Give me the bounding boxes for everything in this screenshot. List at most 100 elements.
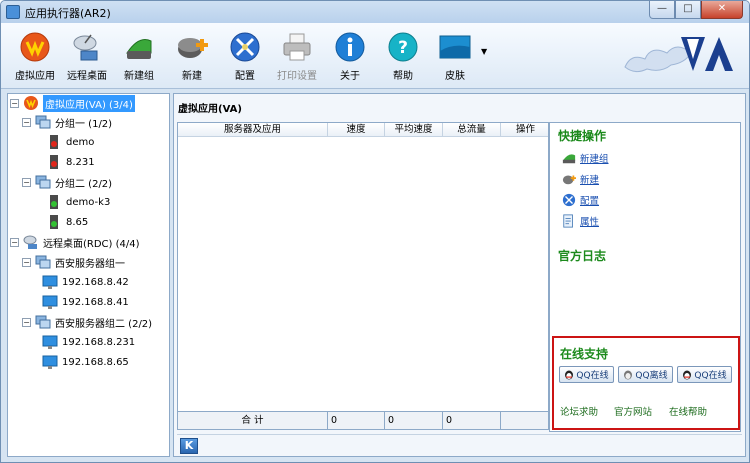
skin-dropdown-icon[interactable]: ▼ [481,47,487,56]
qq-online-button-2[interactable]: QQ在线 [677,366,732,383]
tree-node-app[interactable]: 8.231 [46,153,95,171]
server-group-icon [35,175,51,189]
app-window: 应用执行器(AR2) — □ ✕ 虚拟应用 远程桌面 新建组 新建 配置 打印设… [0,0,750,463]
k-button[interactable]: K [180,438,198,454]
main-bottom-bar: K [177,434,742,454]
collapse-icon[interactable]: − [22,117,31,127]
qq-button-label: QQ在线 [694,371,727,381]
page-title: 虚拟应用(VA) [178,104,242,115]
tree-node-group2[interactable]: − 分组二 (2/2) [22,173,112,191]
help-icon: ? [388,32,418,62]
online-help-link[interactable]: 在线帮助 [669,404,707,418]
forum-help-link[interactable]: 论坛求助 [560,404,598,418]
tree-node-rdc-host[interactable]: 192.168.8.65 [42,353,129,371]
app-icon [6,5,20,19]
column-header[interactable]: 服务器及应用 [178,123,328,137]
config-button[interactable]: 配置 [217,31,273,82]
virtual-app-icon [24,96,38,110]
svg-text:?: ? [398,38,408,58]
remote-desktop-button[interactable]: 远程桌面 [59,31,115,82]
qq-offline-button[interactable]: QQ离线 [618,366,673,383]
collapse-icon[interactable]: − [22,317,31,327]
skin-icon [439,35,471,59]
collapse-icon[interactable]: − [22,177,31,187]
skin-label: 皮肤 [445,71,465,82]
collapse-icon[interactable]: − [22,257,31,267]
quick-new-group-link[interactable]: 新建组 [562,151,609,165]
monitor-icon [42,335,58,349]
server-group-icon [35,115,51,129]
window-title: 应用执行器(AR2) [25,7,111,20]
official-log-title: 官方日志 [558,249,607,263]
tree-node-rdc-host[interactable]: 192.168.8.231 [42,333,135,351]
total-traffic: 0 [443,412,501,429]
tree-label: 远程桌面(RDC) (4/4) [43,238,140,250]
total-avg-speed: 0 [385,412,443,429]
column-header[interactable]: 操作 [501,123,550,137]
main-panel: 虚拟应用(VA) 服务器及应用 速度 平均速度 总流量 操作 合 计 0 0 0… [173,93,746,457]
quick-op-label: 新建 [580,175,600,186]
tree-node-app[interactable]: demo-k3 [46,193,110,211]
new-group-icon [126,39,152,59]
column-header[interactable]: 平均速度 [385,123,443,137]
app-server-icon [50,135,58,149]
virtual-app-button[interactable]: 虚拟应用 [7,31,63,82]
qq-button-label: QQ在线 [576,371,609,381]
tree-label: demo [66,136,95,148]
new-group-icon [562,154,576,164]
online-support-title: 在线支持 [560,347,609,361]
tree-node-remote-desktop[interactable]: − 远程桌面(RDC) (4/4) [10,233,140,251]
help-button[interactable]: ? 帮助 [375,31,431,82]
tree-node-rdc-host[interactable]: 192.168.8.42 [42,273,129,291]
tree-node-rdc-group1[interactable]: − 西安服务器组一 [22,253,125,271]
tree-node-app[interactable]: 8.65 [46,213,88,231]
monitor-icon [42,295,58,309]
traffic-table[interactable]: 服务器及应用 速度 平均速度 总流量 操作 合 计 0 0 0 [177,122,549,430]
collapse-icon[interactable]: − [10,237,19,247]
help-label: 帮助 [393,71,413,82]
satellite-icon [23,235,37,249]
quick-config-link[interactable]: 配置 [562,193,599,207]
tree-node-virtual-apps[interactable]: − 虚拟应用(VA) (3/4) [10,94,135,112]
tree-node-group1[interactable]: − 分组一 (1/2) [22,113,112,131]
maximize-button[interactable]: □ [675,1,701,19]
new-group-button[interactable]: 新建组 [111,31,167,82]
new-button[interactable]: 新建 [164,31,220,82]
official-site-link[interactable]: 官方网站 [614,404,652,418]
virtual-app-label: 虚拟应用 [15,71,55,82]
tree-label: 虚拟应用(VA) (3/4) [43,94,135,112]
collapse-icon[interactable]: − [10,98,19,108]
tree-node-app[interactable]: demo [46,133,94,151]
skin-button[interactable]: 皮肤 [427,31,483,82]
tree-label: 分组一 (1/2) [55,118,113,130]
printer-icon [283,33,311,61]
about-button[interactable]: 关于 [322,31,378,82]
quick-op-label: 新建组 [580,154,609,165]
total-label: 合 计 [178,412,328,429]
tree-label: 西安服务器组一 [55,258,125,270]
new-label: 新建 [182,71,202,82]
window-controls: — □ ✕ [649,1,743,19]
quick-new-link[interactable]: 新建 [562,172,599,186]
minimize-button[interactable]: — [649,1,675,19]
properties-icon [563,214,573,228]
quick-op-label: 属性 [580,217,600,228]
quick-ops-title: 快捷操作 [558,129,607,143]
print-settings-button[interactable]: 打印设置 [269,31,325,82]
qq-penguin-icon [683,370,692,379]
qq-button-label: QQ离线 [635,371,668,381]
config-icon [230,32,260,62]
title-bar: 应用执行器(AR2) — □ ✕ [1,1,749,23]
close-button[interactable]: ✕ [701,1,743,19]
tree-node-rdc-host[interactable]: 192.168.8.41 [42,293,129,311]
column-header[interactable]: 总流量 [443,123,501,137]
column-header[interactable]: 速度 [328,123,385,137]
quick-properties-link[interactable]: 属性 [562,214,599,228]
qq-penguin-icon [565,370,574,379]
qq-online-button[interactable]: QQ在线 [559,366,614,383]
tree-label: 192.168.8.65 [62,356,129,368]
info-icon [335,32,365,62]
resource-tree[interactable]: − 虚拟应用(VA) (3/4) − 分组一 (1/2) demo 8.231 … [7,93,170,457]
tree-node-rdc-group2[interactable]: − 西安服务器组二 (2/2) [22,313,152,331]
quick-op-label: 配置 [580,196,600,207]
